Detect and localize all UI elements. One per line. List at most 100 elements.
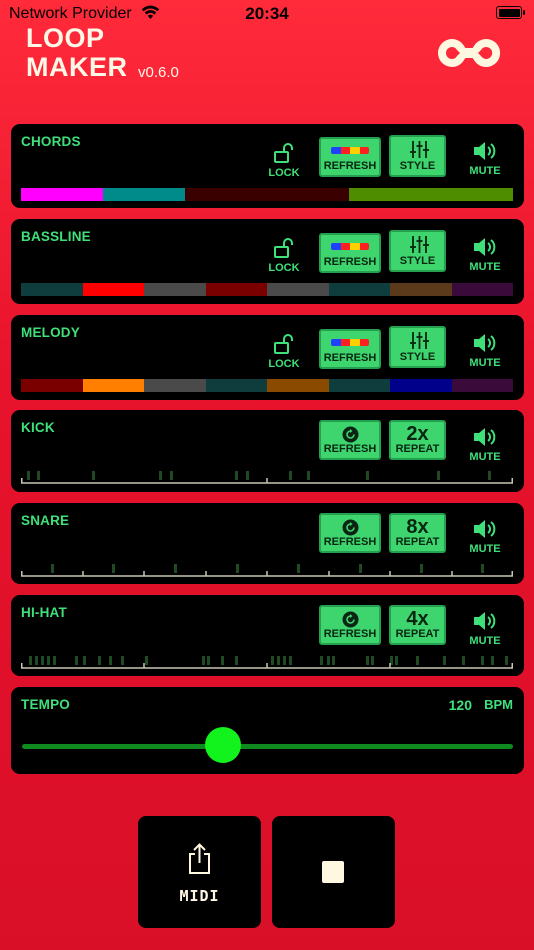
sliders-icon <box>410 236 429 253</box>
color-segment <box>205 283 267 296</box>
color-segment <box>144 283 206 296</box>
refresh-label: REFRESH <box>323 443 377 455</box>
midi-label: MIDI <box>179 887 220 905</box>
tempo-slider-track[interactable] <box>22 744 513 749</box>
refresh-button[interactable]: REFRESH <box>319 605 381 645</box>
color-segment <box>103 188 185 201</box>
color-segment <box>267 283 329 296</box>
mute-label: MUTE <box>469 543 501 555</box>
repeat-button[interactable]: 8x REPEAT <box>389 513 446 553</box>
refresh-label: REFRESH <box>323 628 377 640</box>
export-midi-button[interactable]: MIDI <box>138 816 261 928</box>
mute-toggle[interactable]: MUTE <box>465 426 505 463</box>
speaker-icon <box>474 428 496 446</box>
color-segment <box>451 379 513 392</box>
style-button[interactable]: STYLE <box>389 230 446 272</box>
infinity-logo-icon[interactable] <box>432 32 506 74</box>
color-refresh-icon <box>331 243 369 250</box>
mute-label: MUTE <box>469 165 501 177</box>
speaker-icon <box>474 520 496 538</box>
color-segment <box>185 188 267 201</box>
lock-label: LOCK <box>268 262 300 274</box>
refresh-button[interactable]: REFRESH <box>319 513 381 553</box>
drum-panel-snare: SNARE REFRESH 8x REPEAT MUTE <box>11 503 524 584</box>
stop-button[interactable] <box>272 816 395 928</box>
color-segment <box>328 283 390 296</box>
status-time: 20:34 <box>245 4 289 23</box>
mute-toggle[interactable]: MUTE <box>465 236 505 273</box>
drum-title: KICK <box>21 420 55 435</box>
app-title-line2: MAKER <box>26 52 128 82</box>
hihat-pattern <box>21 653 513 673</box>
tempo-unit: BPM <box>484 697 513 712</box>
track-panel-bassline: BASSLINE LOCK REFRESH STYLE MUTE <box>11 219 524 304</box>
refresh-button[interactable]: REFRESH <box>319 420 381 460</box>
style-label: STYLE <box>399 160 436 172</box>
unlock-icon <box>274 334 293 354</box>
refresh-icon <box>342 611 359 628</box>
kick-pattern <box>21 468 513 488</box>
mute-toggle[interactable]: MUTE <box>465 518 505 555</box>
color-segment <box>82 379 144 392</box>
style-label: STYLE <box>399 255 436 267</box>
app-title-line1: LOOP <box>26 23 105 53</box>
mute-toggle[interactable]: MUTE <box>465 140 505 177</box>
drum-title: HI-HAT <box>21 605 67 620</box>
color-segment <box>390 283 452 296</box>
mute-toggle[interactable]: MUTE <box>465 610 505 647</box>
color-segment <box>144 379 206 392</box>
repeat-button[interactable]: 4x REPEAT <box>389 605 446 645</box>
unlock-icon <box>274 143 293 163</box>
speaker-icon <box>474 238 496 256</box>
track-title: BASSLINE <box>21 229 91 244</box>
repeat-label: REPEAT <box>395 628 440 640</box>
color-segment <box>431 188 513 201</box>
color-segment <box>21 188 103 201</box>
color-segment <box>82 283 144 296</box>
color-segment <box>451 283 513 296</box>
mute-label: MUTE <box>469 635 501 647</box>
color-segment <box>328 379 390 392</box>
color-segment <box>21 283 83 296</box>
color-segment <box>349 188 431 201</box>
track-panel-chords: CHORDS LOCK REFRESH STYLE MUTE <box>11 124 524 208</box>
refresh-icon <box>342 519 359 536</box>
drum-title: SNARE <box>21 513 70 528</box>
lock-toggle[interactable]: LOCK <box>264 237 304 274</box>
app-version: v0.6.0 <box>138 64 179 81</box>
refresh-button[interactable]: REFRESH <box>319 233 381 273</box>
lock-label: LOCK <box>268 358 300 370</box>
tempo-panel: TEMPO 120 BPM <box>11 687 524 774</box>
lock-toggle[interactable]: LOCK <box>264 142 304 179</box>
bassline-color-bar <box>21 283 513 296</box>
repeat-button[interactable]: 2x REPEAT <box>389 420 446 460</box>
snare-pattern <box>21 561 513 581</box>
style-button[interactable]: STYLE <box>389 326 446 368</box>
stop-icon <box>322 861 344 883</box>
refresh-icon <box>342 426 359 443</box>
color-refresh-icon <box>331 339 369 346</box>
refresh-button[interactable]: REFRESH <box>319 137 381 177</box>
color-segment <box>21 379 83 392</box>
refresh-button[interactable]: REFRESH <box>319 329 381 369</box>
drum-panel-hihat: HI-HAT REFRESH 4x REPEAT MUTE <box>11 595 524 676</box>
lock-toggle[interactable]: LOCK <box>264 333 304 370</box>
style-label: STYLE <box>399 351 436 363</box>
sliders-icon <box>410 332 429 349</box>
mute-toggle[interactable]: MUTE <box>465 332 505 369</box>
refresh-label: REFRESH <box>323 352 377 364</box>
color-segment <box>205 379 267 392</box>
repeat-label: REPEAT <box>395 443 440 455</box>
tempo-slider-knob[interactable] <box>205 727 242 763</box>
unlock-icon <box>274 238 293 258</box>
sliders-icon <box>410 141 429 158</box>
color-segment <box>390 379 452 392</box>
melody-color-bar <box>21 379 513 392</box>
style-button[interactable]: STYLE <box>389 135 446 177</box>
tempo-label: TEMPO <box>21 697 71 712</box>
speaker-icon <box>474 612 496 630</box>
tempo-value: 120 <box>448 697 472 713</box>
track-title: MELODY <box>21 325 80 340</box>
battery-icon <box>496 6 525 19</box>
mute-label: MUTE <box>469 357 501 369</box>
